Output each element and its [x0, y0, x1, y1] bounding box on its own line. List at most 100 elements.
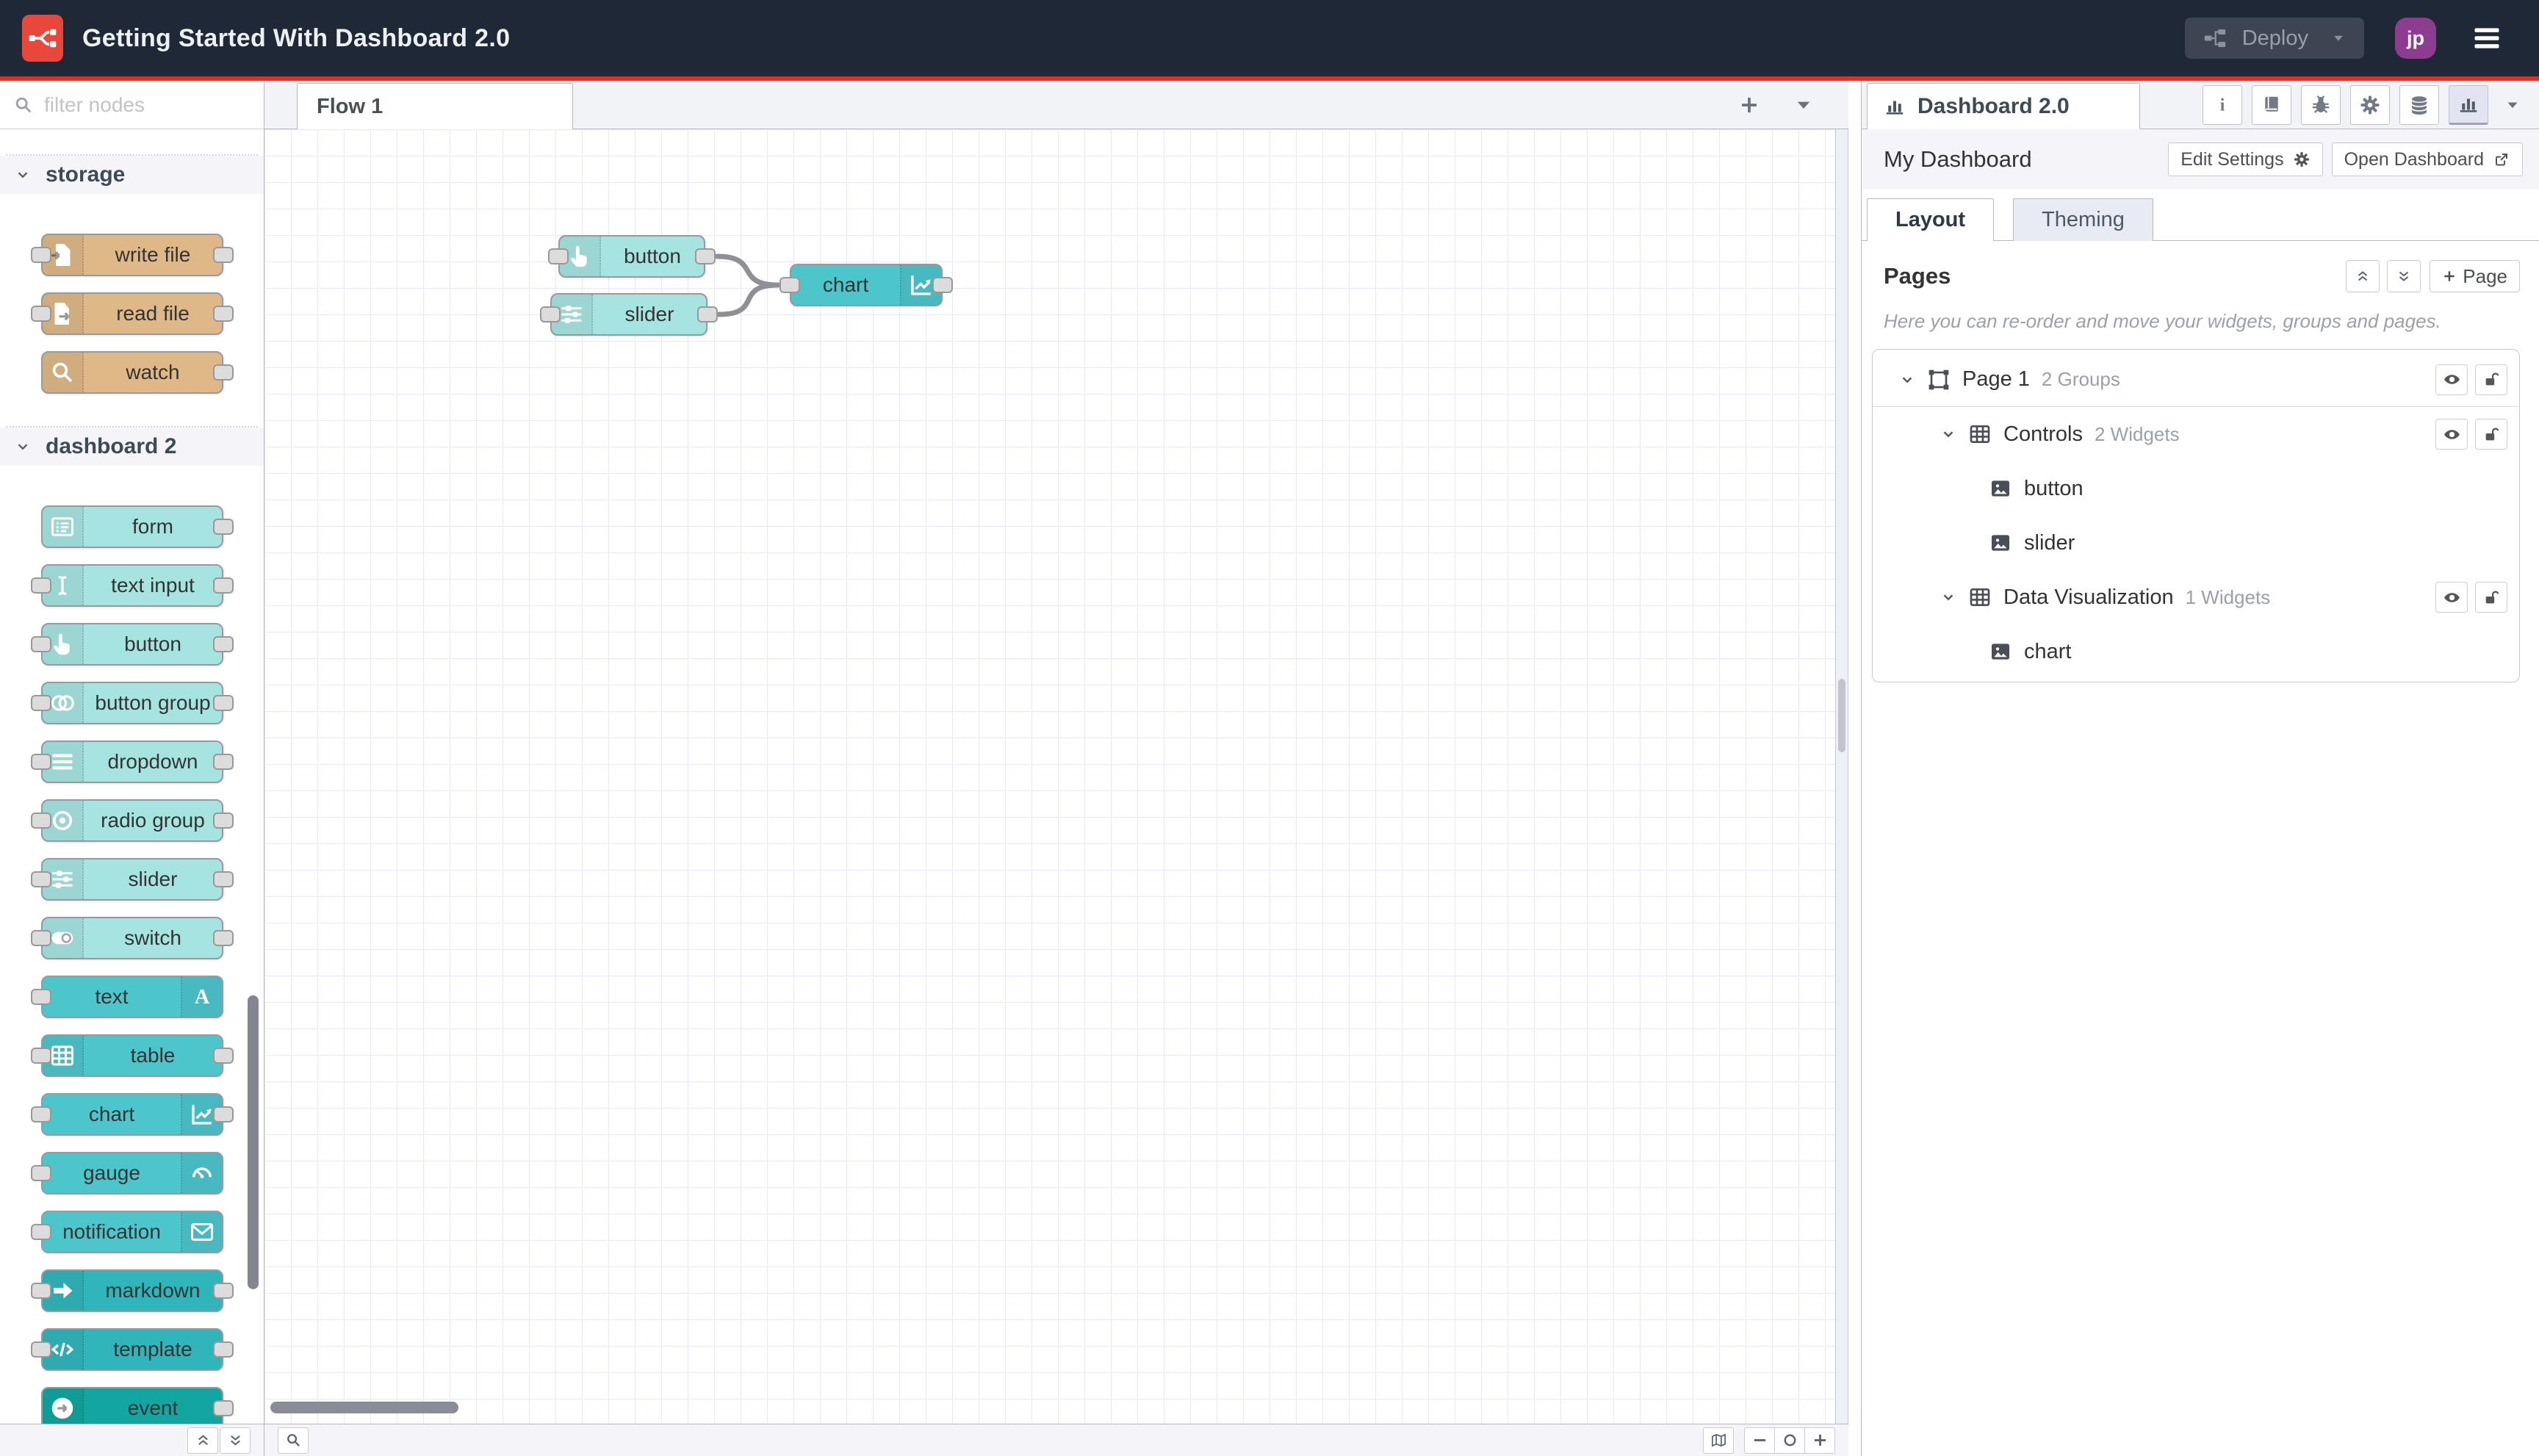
sidebar-tabs-caret-button[interactable] [2498, 85, 2527, 125]
wire[interactable] [714, 253, 781, 288]
input-port[interactable] [31, 1165, 51, 1181]
expand-all-pages-button[interactable] [2387, 260, 2421, 292]
visibility-button[interactable] [2435, 364, 2468, 395]
output-port[interactable] [213, 577, 234, 594]
main-menu-icon[interactable] [2467, 22, 2507, 54]
output-port[interactable] [213, 871, 234, 887]
output-port[interactable] [213, 364, 234, 381]
output-port[interactable] [213, 754, 234, 770]
flow-node-slider[interactable]: slider [540, 293, 718, 336]
zoom-reset-button[interactable] [1774, 1427, 1805, 1454]
tree-row-slider[interactable]: slider [1873, 516, 2519, 570]
add-page-button[interactable]: Page [2430, 260, 2520, 292]
input-port[interactable] [31, 754, 51, 770]
panel-splitter[interactable] [1848, 81, 1861, 1456]
debug-tab-button[interactable] [2301, 85, 2341, 125]
palette-node-write-file[interactable]: write file [31, 234, 234, 276]
palette-node-gauge[interactable]: gauge [31, 1152, 223, 1194]
flow-node-chart[interactable]: chart [779, 264, 953, 306]
input-port[interactable] [31, 306, 51, 322]
input-port[interactable] [31, 1048, 51, 1064]
input-port[interactable] [548, 248, 569, 264]
palette-node-form[interactable]: form [41, 505, 234, 548]
canvas-vertical-scrollbar[interactable] [1838, 679, 1845, 752]
zoom-out-button[interactable] [1744, 1427, 1775, 1454]
output-port[interactable] [932, 277, 953, 293]
input-port[interactable] [31, 577, 51, 594]
input-port[interactable] [31, 930, 51, 946]
tree-row-controls[interactable]: Controls 2 Widgets [1873, 407, 2519, 461]
input-port[interactable] [31, 1224, 51, 1240]
input-port[interactable] [31, 812, 51, 829]
palette-filter-input[interactable] [44, 93, 251, 117]
palette-expand-all-button[interactable] [220, 1427, 251, 1454]
lock-button[interactable] [2475, 582, 2507, 613]
palette-node-chart[interactable]: chart [31, 1093, 234, 1136]
sidebar-tab-dashboard[interactable]: Dashboard 2.0 [1867, 83, 2140, 129]
palette-node-switch[interactable]: switch [31, 917, 234, 959]
flow-node-button[interactable]: button [548, 235, 716, 278]
lock-button[interactable] [2475, 419, 2507, 450]
output-port[interactable] [213, 247, 234, 263]
context-tab-button[interactable] [2399, 85, 2439, 125]
palette-category-dashboard-2[interactable]: dashboard 2 [0, 428, 264, 466]
output-port[interactable] [695, 248, 716, 264]
palette-collapse-all-button[interactable] [187, 1427, 218, 1454]
output-port[interactable] [213, 930, 234, 946]
tree-row-chart[interactable]: chart [1873, 624, 2519, 679]
palette-node-template[interactable]: template [31, 1328, 234, 1371]
input-port[interactable] [540, 306, 561, 322]
dashboard-tab-button[interactable] [2449, 85, 2488, 125]
collapse-all-pages-button[interactable] [2346, 260, 2380, 292]
lock-button[interactable] [2475, 364, 2507, 395]
config-nodes-tab-button[interactable] [2350, 85, 2390, 125]
visibility-button[interactable] [2435, 419, 2468, 450]
output-port[interactable] [213, 1048, 234, 1064]
palette-node-event[interactable]: event [41, 1387, 234, 1424]
palette-node-button-group[interactable]: button group [31, 682, 234, 724]
output-port[interactable] [213, 1341, 234, 1358]
flow-list-caret-icon[interactable] [1793, 94, 1815, 116]
palette-node-radio-group[interactable]: radio group [31, 799, 234, 842]
zoom-in-button[interactable] [1804, 1427, 1835, 1454]
palette-node-watch[interactable]: watch [41, 351, 234, 394]
input-port[interactable] [31, 636, 51, 652]
palette-node-notification[interactable]: notification [31, 1211, 223, 1253]
palette-node-dropdown[interactable]: dropdown [31, 740, 234, 783]
palette-scrollbar[interactable] [248, 995, 259, 1289]
help-tab-button[interactable] [2252, 85, 2291, 125]
input-port[interactable] [31, 247, 51, 263]
tab-layout[interactable]: Layout [1867, 198, 1995, 242]
flow-tab[interactable]: Flow 1 [297, 83, 573, 129]
output-port[interactable] [213, 695, 234, 711]
output-port[interactable] [213, 812, 234, 829]
palette-node-text-input[interactable]: text input [31, 564, 234, 607]
input-port[interactable] [31, 1341, 51, 1358]
wire[interactable] [716, 282, 781, 317]
tab-theming[interactable]: Theming [2013, 198, 2153, 241]
canvas-search-button[interactable] [278, 1427, 309, 1454]
open-dashboard-button[interactable]: Open Dashboard [2331, 143, 2523, 176]
output-port[interactable] [213, 1106, 234, 1122]
output-port[interactable] [213, 636, 234, 652]
deploy-button[interactable]: Deploy [2184, 18, 2364, 59]
palette-node-text[interactable]: text A [31, 976, 223, 1018]
canvas-horizontal-scrollbar[interactable] [270, 1402, 458, 1413]
chevron-down-icon[interactable] [1940, 426, 1956, 442]
visibility-button[interactable] [2435, 582, 2468, 613]
palette-node-button[interactable]: button [31, 623, 234, 666]
input-port[interactable] [31, 1283, 51, 1299]
palette-node-read-file[interactable]: read file [31, 292, 234, 335]
input-port[interactable] [31, 989, 51, 1005]
info-tab-button[interactable]: i [2203, 85, 2242, 125]
tree-row-data-visualization[interactable]: Data Visualization 1 Widgets [1873, 570, 2519, 624]
input-port[interactable] [779, 277, 800, 293]
output-port[interactable] [213, 1400, 234, 1416]
flow-canvas[interactable]: button slider chart [264, 129, 1835, 1424]
output-port[interactable] [213, 306, 234, 322]
user-avatar[interactable]: jp [2395, 18, 2436, 59]
add-flow-icon[interactable] [1738, 94, 1760, 116]
palette-node-markdown[interactable]: markdown [31, 1269, 234, 1312]
deploy-caret-icon[interactable] [2330, 30, 2347, 46]
chevron-down-icon[interactable] [1940, 589, 1956, 605]
